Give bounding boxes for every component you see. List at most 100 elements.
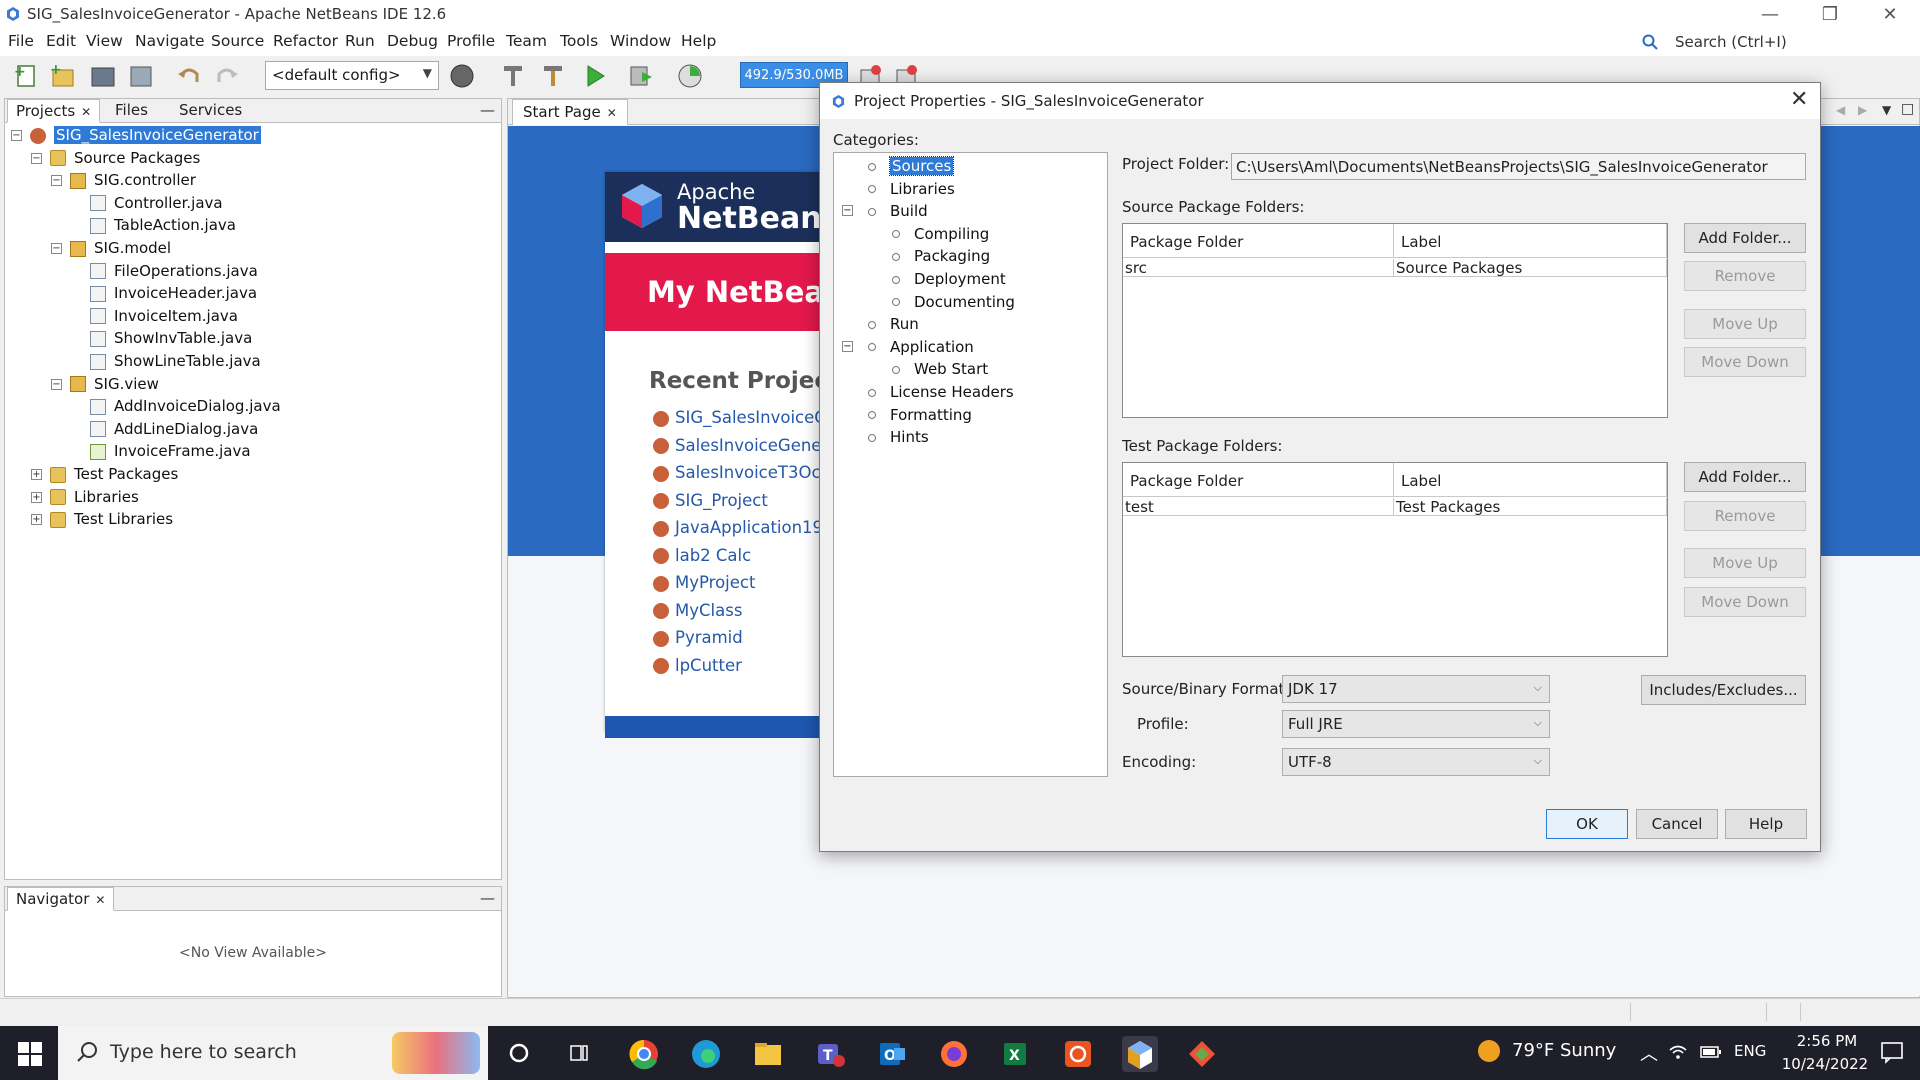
close-icon[interactable]: ✕ xyxy=(81,105,91,119)
undo-icon[interactable] xyxy=(174,62,204,90)
tree-item[interactable]: ShowLineTable.java xyxy=(71,352,261,375)
collapse-icon[interactable]: − xyxy=(31,152,42,164)
netbeans-taskbar-icon[interactable] xyxy=(1122,1036,1158,1072)
menu-navigate[interactable]: Navigate xyxy=(135,32,205,50)
category-item[interactable]: Formatting xyxy=(868,406,972,424)
menu-file[interactable]: File xyxy=(8,32,34,50)
open-project-icon[interactable] xyxy=(88,62,118,90)
tree-item[interactable]: − Source Packages xyxy=(31,149,200,172)
source-add-folder-button[interactable]: Add Folder... xyxy=(1684,223,1806,253)
tree-item[interactable]: − SIG.view xyxy=(51,375,159,398)
recent-project-link[interactable]: MyClass xyxy=(653,601,742,620)
recent-project-link[interactable]: SalesInvoiceGenera xyxy=(653,436,838,455)
table-cell-folder[interactable]: test xyxy=(1123,498,1394,516)
collapse-icon[interactable]: − xyxy=(51,175,62,187)
minimize-panel-icon[interactable]: — xyxy=(480,889,495,907)
tree-item[interactable]: − SIG.model xyxy=(51,239,171,262)
tree-item[interactable]: + Libraries xyxy=(31,488,139,511)
tree-item[interactable]: + Test Libraries xyxy=(31,510,173,533)
collapse-icon[interactable]: − xyxy=(11,130,22,141)
collapse-icon[interactable]: − xyxy=(51,243,62,254)
build-icon[interactable] xyxy=(498,62,528,90)
language-indicator[interactable]: ENG xyxy=(1734,1042,1766,1060)
menu-source[interactable]: Source xyxy=(211,32,264,50)
quick-search-input[interactable]: Search (Ctrl+I) xyxy=(1675,33,1787,51)
table-cell-label[interactable]: Source Packages xyxy=(1394,259,1667,277)
test-move-up-button[interactable]: Move Up xyxy=(1684,548,1806,578)
close-icon[interactable]: ✕ xyxy=(607,106,617,120)
collapse-icon[interactable]: − xyxy=(51,378,62,390)
close-button[interactable]: ✕ xyxy=(1860,2,1920,28)
source-move-down-button[interactable]: Move Down xyxy=(1684,347,1806,377)
column-header-label[interactable]: Label xyxy=(1394,224,1667,258)
includes-excludes-button[interactable]: Includes/Excludes... xyxy=(1641,675,1806,705)
scroll-tabs-left-icon[interactable]: ◀ xyxy=(1836,103,1845,117)
tree-item[interactable]: − SIG_SalesInvoiceGenerator xyxy=(11,126,261,149)
new-file-icon[interactable]: + xyxy=(12,62,42,90)
menu-help[interactable]: Help xyxy=(681,32,716,50)
outlook-icon[interactable]: O xyxy=(874,1036,910,1072)
tree-item[interactable]: AddInvoiceDialog.java xyxy=(71,397,281,420)
tree-item[interactable]: InvoiceFrame.java xyxy=(71,442,251,465)
category-item[interactable]: Sources xyxy=(868,156,955,176)
profile-select[interactable]: Full JRE ⌵ xyxy=(1282,710,1550,738)
category-item[interactable]: − Application xyxy=(842,338,974,356)
menu-debug[interactable]: Debug xyxy=(387,32,438,50)
column-header-folder[interactable]: Package Folder xyxy=(1123,224,1394,258)
category-item[interactable]: − Build xyxy=(842,202,928,220)
task-view-icon[interactable] xyxy=(568,1042,590,1064)
menu-run[interactable]: Run xyxy=(345,32,375,50)
teams-icon[interactable]: T xyxy=(812,1036,848,1072)
category-item[interactable]: Deployment xyxy=(892,270,1006,288)
maximize-button[interactable]: ❐ xyxy=(1800,2,1860,28)
menu-team[interactable]: Team xyxy=(506,32,547,50)
recent-project-link[interactable]: SIG_Project xyxy=(653,491,768,510)
recent-project-link[interactable]: SalesInvoiceT3OctM xyxy=(653,463,841,482)
recent-project-link[interactable]: JavaApplication19 xyxy=(653,518,823,537)
windows-start-icon[interactable] xyxy=(18,1042,42,1066)
redo-icon[interactable] xyxy=(212,62,242,90)
category-item[interactable]: Packaging xyxy=(892,247,990,265)
menu-profile[interactable]: Profile xyxy=(447,32,495,50)
scroll-tabs-right-icon[interactable]: ▶ xyxy=(1858,103,1867,117)
project-folder-field[interactable]: C:\Users\Aml\Documents\NetBeansProjects\… xyxy=(1231,153,1806,180)
category-item[interactable]: Web Start xyxy=(892,360,988,378)
tab-files[interactable]: Files xyxy=(107,99,156,123)
globe-icon[interactable] xyxy=(448,62,478,90)
clock-time[interactable]: 2:56 PM xyxy=(1782,1032,1872,1050)
edge-icon[interactable] xyxy=(688,1036,724,1072)
ok-button[interactable]: OK xyxy=(1546,809,1628,839)
cancel-button[interactable]: Cancel xyxy=(1636,809,1718,839)
git-app-icon[interactable] xyxy=(1184,1036,1220,1072)
weather-widget[interactable]: 79°F Sunny xyxy=(1478,1040,1616,1062)
test-remove-button[interactable]: Remove xyxy=(1684,501,1806,531)
tab-navigator[interactable]: Navigator ✕ xyxy=(7,887,115,911)
tree-item[interactable]: TableAction.java xyxy=(71,216,236,239)
save-all-icon[interactable] xyxy=(126,62,156,90)
tree-item[interactable]: − SIG.controller xyxy=(51,171,196,194)
category-item[interactable]: Libraries xyxy=(868,180,955,198)
tab-start-page[interactable]: Start Page ✕ xyxy=(512,99,628,125)
encoding-select[interactable]: UTF-8 ⌵ xyxy=(1282,748,1550,776)
table-cell-label[interactable]: Test Packages xyxy=(1394,498,1667,516)
column-header-folder[interactable]: Package Folder xyxy=(1123,463,1394,497)
debug-icon[interactable] xyxy=(626,62,656,90)
category-item[interactable]: Compiling xyxy=(892,225,989,243)
clock-date[interactable]: 10/24/2022 xyxy=(1770,1055,1880,1073)
menu-refactor[interactable]: Refactor xyxy=(273,32,338,50)
tree-item[interactable]: ShowInvTable.java xyxy=(71,329,252,352)
tray-chevron-up-icon[interactable]: ︿ xyxy=(1640,1040,1658,1066)
collapse-icon[interactable]: − xyxy=(842,205,853,217)
notifications-icon[interactable] xyxy=(1880,1040,1904,1064)
tree-item[interactable]: + Test Packages xyxy=(31,465,178,488)
menu-edit[interactable]: Edit xyxy=(46,32,76,50)
minimize-button[interactable]: — xyxy=(1740,2,1800,28)
ubuntu-icon[interactable] xyxy=(1060,1036,1096,1072)
excel-icon[interactable]: X xyxy=(998,1036,1034,1072)
run-icon[interactable] xyxy=(580,62,610,90)
help-button[interactable]: Help xyxy=(1725,809,1807,839)
table-cell-folder[interactable]: src xyxy=(1123,259,1394,277)
maximize-editor-icon[interactable]: □ xyxy=(1901,101,1914,117)
collapse-icon[interactable]: − xyxy=(842,340,853,352)
recent-project-link[interactable]: Pyramid xyxy=(653,628,743,647)
